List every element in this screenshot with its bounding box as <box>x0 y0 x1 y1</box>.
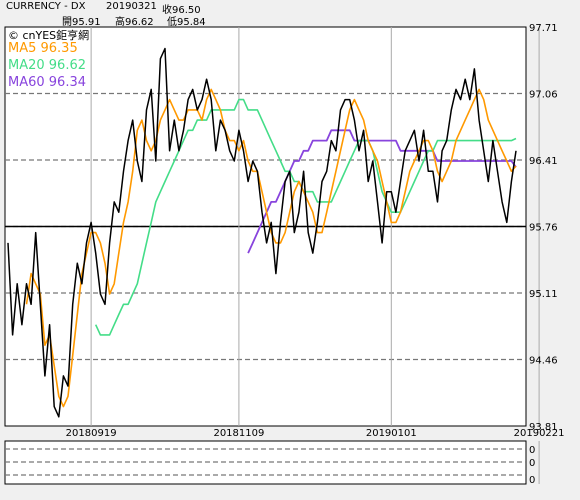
sub-y-tick-label: 0 <box>529 458 535 469</box>
y-axis-ticks: 97.7197.0696.4195.7695.1194.4693.81 <box>529 23 558 433</box>
x-tick-label: 20180919 <box>66 428 117 439</box>
header-high: 高96.62 <box>115 17 154 28</box>
header-open: 開95.91 <box>62 17 101 28</box>
sub-y-tick-label: 0 <box>529 445 535 456</box>
legend-ma60: MA60 96.34 <box>8 75 86 90</box>
header-date: 20190321 <box>106 1 157 12</box>
x-axis-ticks: 20180919 20181109 20190101 20190221 <box>66 428 565 439</box>
legend-ma20: MA20 96.62 <box>8 58 86 73</box>
legend-ma5: MA5 96.35 <box>8 41 78 56</box>
y-tick-label: 96.41 <box>529 156 558 167</box>
header-low: 低95.84 <box>167 17 206 28</box>
y-tick-label: 95.76 <box>529 223 558 234</box>
x-tick-label: 20190221 <box>514 428 565 439</box>
price-chart: 97.7197.0696.4195.7695.1194.4693.81 2018… <box>4 23 565 486</box>
y-tick-label: 97.06 <box>529 90 558 101</box>
y-tick-label: 97.71 <box>529 23 558 34</box>
y-tick-label: 95.11 <box>529 289 558 300</box>
header-symbol: CURRENCY - DX <box>6 1 86 12</box>
sub-y-tick-label: 0 <box>529 475 535 486</box>
y-tick-label: 94.46 <box>529 356 558 367</box>
x-tick-label: 20181109 <box>213 428 264 439</box>
x-tick-label: 20190101 <box>366 428 417 439</box>
